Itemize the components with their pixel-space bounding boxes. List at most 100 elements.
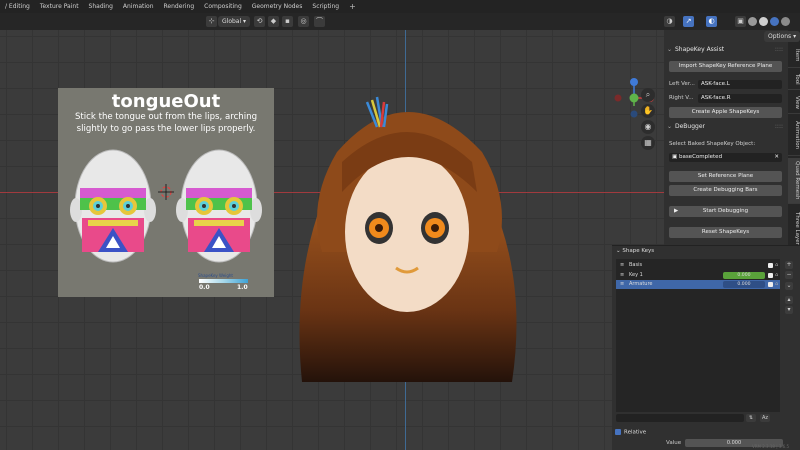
tab-rendering[interactable]: Rendering	[159, 0, 200, 13]
shapekey-assist-header[interactable]: ⌄ ShapeKey Assist::::	[667, 44, 785, 56]
gizmo-toggle-icon[interactable]: ↗	[683, 16, 694, 27]
proportional-edit-icon[interactable]: ◎	[298, 16, 309, 27]
tab-item[interactable]: Item	[788, 44, 800, 68]
create-apple-shapekeys-button[interactable]: Create Apple ShapeKeys	[669, 107, 782, 118]
value-label: Value	[666, 440, 682, 446]
shape-keys-title: Shape Keys	[622, 248, 655, 254]
pivot-icon[interactable]: ⟲	[254, 16, 265, 27]
3d-cursor-icon[interactable]	[158, 184, 174, 200]
pan-hand-icon[interactable]: ✋	[641, 104, 655, 118]
perspective-grid-icon[interactable]: ▦	[641, 136, 655, 150]
move-up-icon[interactable]: ▴	[785, 296, 793, 304]
create-debugging-bars-button[interactable]: Create Debugging Bars	[669, 185, 782, 196]
add-workspace-button[interactable]: +	[344, 0, 361, 13]
select-baked-label: Select Baked ShapeKey Object:	[669, 141, 756, 147]
mesh-icon: ▣	[672, 154, 679, 160]
legend-max: 1.0	[237, 284, 248, 291]
right-vertex-field[interactable]: ASK-face.R	[698, 94, 782, 103]
mute-checkbox[interactable]	[768, 263, 773, 268]
chevron-down-icon: ⌄	[667, 46, 673, 53]
clear-icon[interactable]: ✕	[774, 153, 779, 162]
legend-gradient	[199, 279, 248, 283]
sort-icon[interactable]: ⇅	[746, 414, 756, 422]
shapekey-name: Key 1	[629, 272, 643, 278]
add-shapekey-icon[interactable]: +	[785, 261, 793, 269]
snap-target-icon[interactable]: ▪	[282, 16, 293, 27]
shapekey-icon: ≡	[620, 281, 625, 287]
lock-icon[interactable]: ⌂	[775, 280, 778, 289]
wireframe-shading-icon[interactable]	[748, 17, 757, 26]
tab-editing[interactable]: / Editing	[0, 0, 35, 13]
start-debugging-button[interactable]: ▶ Start Debugging	[669, 206, 782, 217]
tab-view[interactable]: View	[788, 92, 800, 114]
tab-shading[interactable]: Shading	[84, 0, 118, 13]
rendered-shading-icon[interactable]	[781, 17, 790, 26]
drag-handle-icon[interactable]: ::::	[775, 121, 783, 133]
falloff-icon[interactable]: ⌒	[314, 16, 325, 27]
reference-title: tongueOut	[111, 91, 221, 112]
left-vertex-label: Left Ver...	[669, 81, 695, 87]
start-debugging-label: Start Debugging	[702, 208, 749, 214]
zoom-icon[interactable]: ⌕	[641, 88, 655, 102]
move-down-icon[interactable]: ▾	[785, 306, 793, 314]
import-reference-plane-button[interactable]: Import ShapeKey Reference Plane	[669, 61, 782, 72]
baked-object-field[interactable]: ▣ baseCompleted ✕	[669, 153, 782, 162]
reference-face-left	[70, 149, 156, 263]
list-item[interactable]: ≡ Basis ⌂	[616, 261, 780, 270]
tab-tool[interactable]: Tool	[788, 70, 800, 90]
filter-icon[interactable]: Az	[760, 414, 770, 422]
shapekey-value[interactable]: 0.000	[723, 281, 765, 288]
left-vertex-field[interactable]: ASK-face.L	[698, 80, 782, 89]
character-model[interactable]	[282, 82, 532, 400]
set-reference-plane-button[interactable]: Set Reference Plane	[669, 171, 782, 182]
relative-label: Relative	[624, 429, 647, 436]
checkbox-icon	[615, 429, 621, 435]
3d-viewport[interactable]: tongueOut Stick the tongue out from the …	[0, 30, 664, 450]
play-icon: ▶	[674, 208, 679, 214]
mute-checkbox[interactable]	[768, 282, 773, 287]
overlay-toggle-icon[interactable]: ◐	[706, 16, 717, 27]
tab-quad-remesh[interactable]: Quad Remesh	[788, 158, 800, 204]
drag-handle-icon[interactable]: ::::	[775, 44, 783, 56]
orientation-dropdown[interactable]: Global ▾	[218, 16, 251, 27]
relative-checkbox[interactable]: Relative	[615, 429, 646, 436]
tab-scripting[interactable]: Scripting	[307, 0, 344, 13]
baked-object-value: baseCompleted	[678, 154, 723, 160]
tab-compositing[interactable]: Compositing	[199, 0, 247, 13]
debugger-header[interactable]: ⌄ DeBugger::::	[667, 121, 785, 133]
shape-keys-header[interactable]: ⌄ Shape Keys	[616, 248, 654, 254]
camera-icon[interactable]: ◉	[641, 120, 655, 134]
shapekey-menu-icon[interactable]: ⌄	[785, 282, 793, 290]
tab-animation[interactable]: Animation	[118, 0, 159, 13]
solid-shading-icon[interactable]	[759, 17, 768, 26]
mute-checkbox[interactable]	[768, 273, 773, 278]
lock-icon[interactable]: ⌂	[775, 271, 778, 280]
reference-face-right	[176, 149, 262, 263]
shapekey-assist-title: ShapeKey Assist	[675, 46, 725, 53]
reset-shapekeys-button[interactable]: Reset ShapeKeys	[669, 227, 782, 238]
debugger-title: DeBugger	[675, 123, 706, 130]
legend-title: ShapeKey Weight	[198, 273, 233, 278]
viewport-header: ⊹ Global ▾ ⟲ ◆ ▪ ◎ ⌒ ◑ ↗ ◐ ▣	[0, 13, 800, 30]
tab-texture-paint[interactable]: Texture Paint	[35, 0, 84, 13]
visibility-icon[interactable]: ◑	[664, 16, 675, 27]
list-filter-input[interactable]	[616, 414, 744, 422]
remove-shapekey-icon[interactable]: −	[785, 271, 793, 279]
shapekey-value[interactable]: 0.000	[723, 272, 765, 279]
tab-geometry-nodes[interactable]: Geometry Nodes	[247, 0, 308, 13]
right-vertex-label: Right V...	[669, 95, 694, 101]
workspace-tabs: / Editing Texture Paint Shading Animatio…	[0, 0, 800, 13]
version-text: VRM 2.3.18 | 3.6.5	[752, 444, 790, 449]
shapekey-name: Basis	[629, 262, 643, 268]
transform-orientation-icon[interactable]: ⊹	[206, 16, 217, 27]
list-item[interactable]: ≡ Key 1 0.000 ⌂	[616, 271, 780, 280]
xray-toggle-icon[interactable]: ▣	[735, 16, 746, 27]
lock-icon[interactable]: ⌂	[775, 261, 778, 270]
chevron-down-icon: ⌄	[667, 123, 673, 130]
list-item[interactable]: ≡ Armature 0.000 ⌂	[616, 280, 780, 289]
snap-icon[interactable]: ◆	[268, 16, 279, 27]
legend-min: 0.0	[199, 284, 210, 291]
material-shading-icon[interactable]	[770, 17, 779, 26]
options-dropdown[interactable]: Options ▾	[764, 31, 800, 42]
tab-animation[interactable]: Animation	[788, 116, 800, 156]
